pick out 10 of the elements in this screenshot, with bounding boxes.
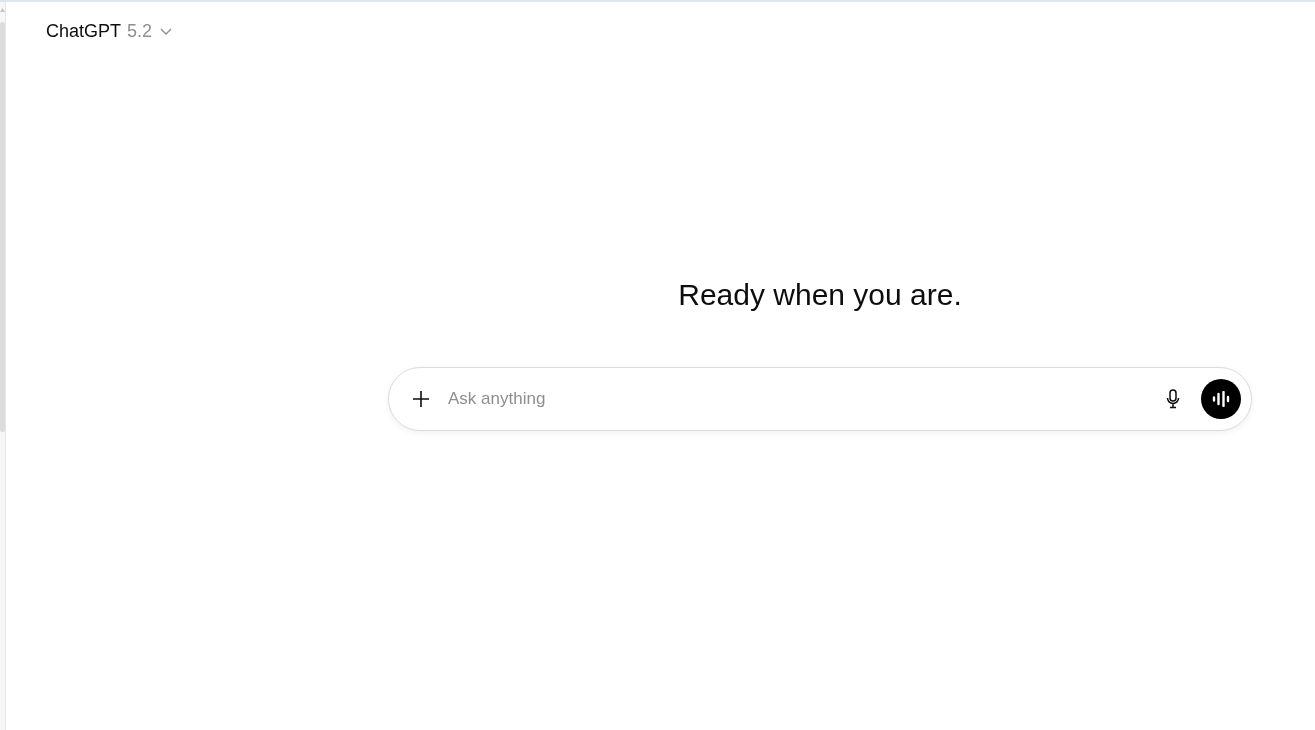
heading: Ready when you are.: [678, 277, 962, 313]
scrollbar-thumb[interactable]: [0, 22, 5, 432]
microphone-icon: [1166, 389, 1180, 409]
voice-mode-button[interactable]: [1201, 379, 1241, 419]
model-selector-button[interactable]: ChatGPT 5.2: [45, 17, 174, 45]
message-input[interactable]: Ask anything: [448, 383, 1159, 415]
plus-icon: [412, 390, 430, 408]
waveform-icon: [1212, 391, 1230, 407]
chevron-down-icon: [160, 27, 173, 35]
message-input-field[interactable]: Ask anything: [388, 367, 1252, 431]
